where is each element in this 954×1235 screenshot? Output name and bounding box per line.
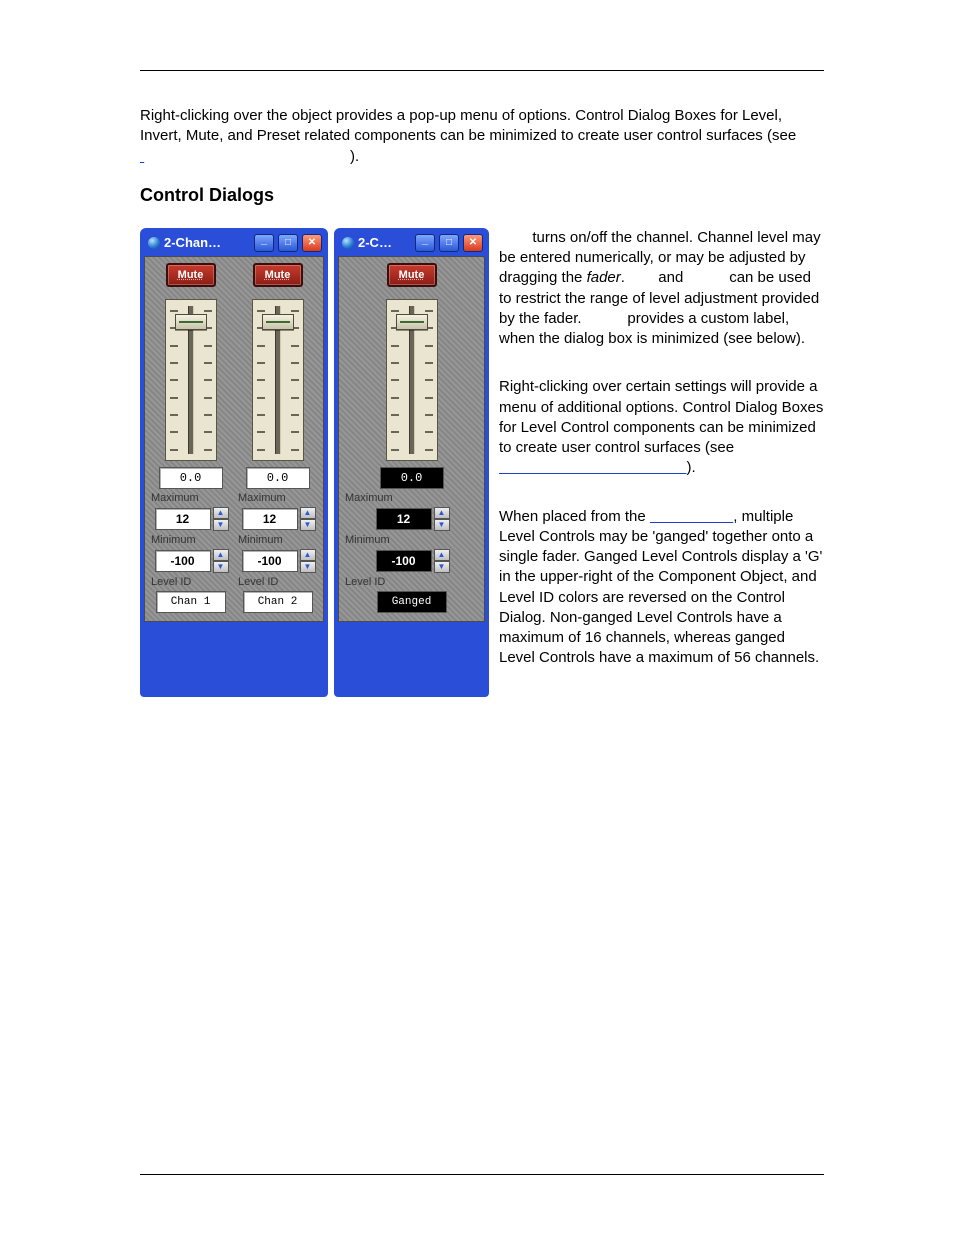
para-2: Right-clicking over certain settings wil… [499,377,824,478]
minimize-button[interactable] [254,234,274,252]
dialog-body: Mute 0.0 Maximum 12 [144,256,324,622]
spin-down[interactable]: ▼ [213,561,229,573]
maximum-label: Maximum [238,492,286,504]
blank-term [586,310,624,327]
dialog-2chan: 2-Chan… Mute [140,228,328,697]
maximum-label: Maximum [345,492,393,504]
dialog-ganged: 2-C… Mute 0 [334,228,489,697]
levelid-input[interactable]: Ganged [377,591,447,613]
titlebar[interactable]: 2-C… [338,231,485,256]
levelid-label: Level ID [345,576,385,588]
level-value[interactable]: 0.0 [246,467,310,489]
intro-link[interactable] [140,147,350,167]
fader[interactable] [165,299,217,461]
window-icon [148,237,160,249]
spin-down[interactable]: ▼ [213,519,229,531]
blank-term [629,269,654,286]
minimum-field: -100 ▲ ▼ [376,549,448,573]
fader-term: fader [587,269,621,286]
channel-2: Mute 0.0 Maximum 12 [236,263,319,613]
maximum-field: 12 ▲ ▼ [242,507,314,531]
bottom-rule [140,1174,824,1175]
p2-after: ). [687,459,696,476]
content-row: 2-Chan… Mute [140,228,824,697]
channel-1: Mute 0.0 Maximum 12 [149,263,232,613]
window-icon [342,237,354,249]
spin-down[interactable]: ▼ [300,519,316,531]
minimize-button[interactable] [415,234,435,252]
spin-up[interactable]: ▲ [213,549,229,561]
dialog-body: Mute 0.0 Maximum 12 [338,256,485,622]
fader-thumb[interactable] [175,314,207,330]
spin-down[interactable]: ▼ [300,561,316,573]
top-rule [140,70,824,71]
spin-down[interactable]: ▼ [434,561,450,573]
p2-link[interactable] [499,459,687,476]
mute-button[interactable]: Mute [166,263,216,287]
dialogs-area: 2-Chan… Mute [140,228,489,697]
explanation-column: turns on/off the channel. Channel level … [499,228,824,697]
minimum-label: Minimum [345,534,390,546]
maximize-button[interactable] [278,234,298,252]
window-title: 2-C… [358,235,411,250]
minimum-label: Minimum [151,534,196,546]
close-button[interactable] [463,234,483,252]
maximum-input[interactable]: 12 [376,508,432,530]
channel-ganged: Mute 0.0 Maximum 12 [343,263,480,613]
p1-period: . [621,269,629,286]
minimum-field: -100 ▲ ▼ [155,549,227,573]
level-value[interactable]: 0.0 [380,467,444,489]
maximum-field: 12 ▲ ▼ [376,507,448,531]
fader[interactable] [252,299,304,461]
spin-up[interactable]: ▲ [434,507,450,519]
intro-text-after: ). [350,148,359,165]
fader-ticks [391,310,433,450]
section-heading: Control Dialogs [140,185,824,206]
spin-up[interactable]: ▲ [300,549,316,561]
spin-up[interactable]: ▲ [300,507,316,519]
para-3: When placed from the , multiple Level Co… [499,507,824,669]
levelid-label: Level ID [238,576,278,588]
p2-before: Right-clicking over certain settings wil… [499,378,823,456]
para-1: turns on/off the channel. Channel level … [499,228,824,350]
minimum-label: Minimum [238,534,283,546]
blank-term [688,269,726,286]
intro-paragraph: Right-clicking over the object provides … [140,106,824,167]
fader[interactable] [386,299,438,461]
minimum-input[interactable]: -100 [155,550,211,572]
mute-button[interactable]: Mute [387,263,437,287]
close-button[interactable] [302,234,322,252]
p1-b: and [654,269,687,286]
spin-up[interactable]: ▲ [213,507,229,519]
maximum-label: Maximum [151,492,199,504]
maximum-field: 12 ▲ ▼ [155,507,227,531]
p3-link[interactable] [650,508,733,525]
p3-after: , multiple Level Controls may be 'ganged… [499,508,822,667]
fader-ticks [170,310,212,450]
maximum-input[interactable]: 12 [155,508,211,530]
fader-thumb[interactable] [396,314,428,330]
maximum-input[interactable]: 12 [242,508,298,530]
minimum-input[interactable]: -100 [376,550,432,572]
intro-text-before: Right-clicking over the object provides … [140,107,796,144]
spin-up[interactable]: ▲ [434,549,450,561]
minimum-input[interactable]: -100 [242,550,298,572]
minimum-field: -100 ▲ ▼ [242,549,314,573]
fader-ticks [257,310,299,450]
mute-button[interactable]: Mute [253,263,303,287]
fader-thumb[interactable] [262,314,294,330]
level-value[interactable]: 0.0 [159,467,223,489]
levelid-input[interactable]: Chan 1 [156,591,226,613]
levelid-label: Level ID [151,576,191,588]
spin-down[interactable]: ▼ [434,519,450,531]
titlebar[interactable]: 2-Chan… [144,231,324,256]
levelid-input[interactable]: Chan 2 [243,591,313,613]
blank-term [499,229,528,246]
window-title: 2-Chan… [164,235,250,250]
maximize-button[interactable] [439,234,459,252]
p3-before: When placed from the [499,508,650,525]
